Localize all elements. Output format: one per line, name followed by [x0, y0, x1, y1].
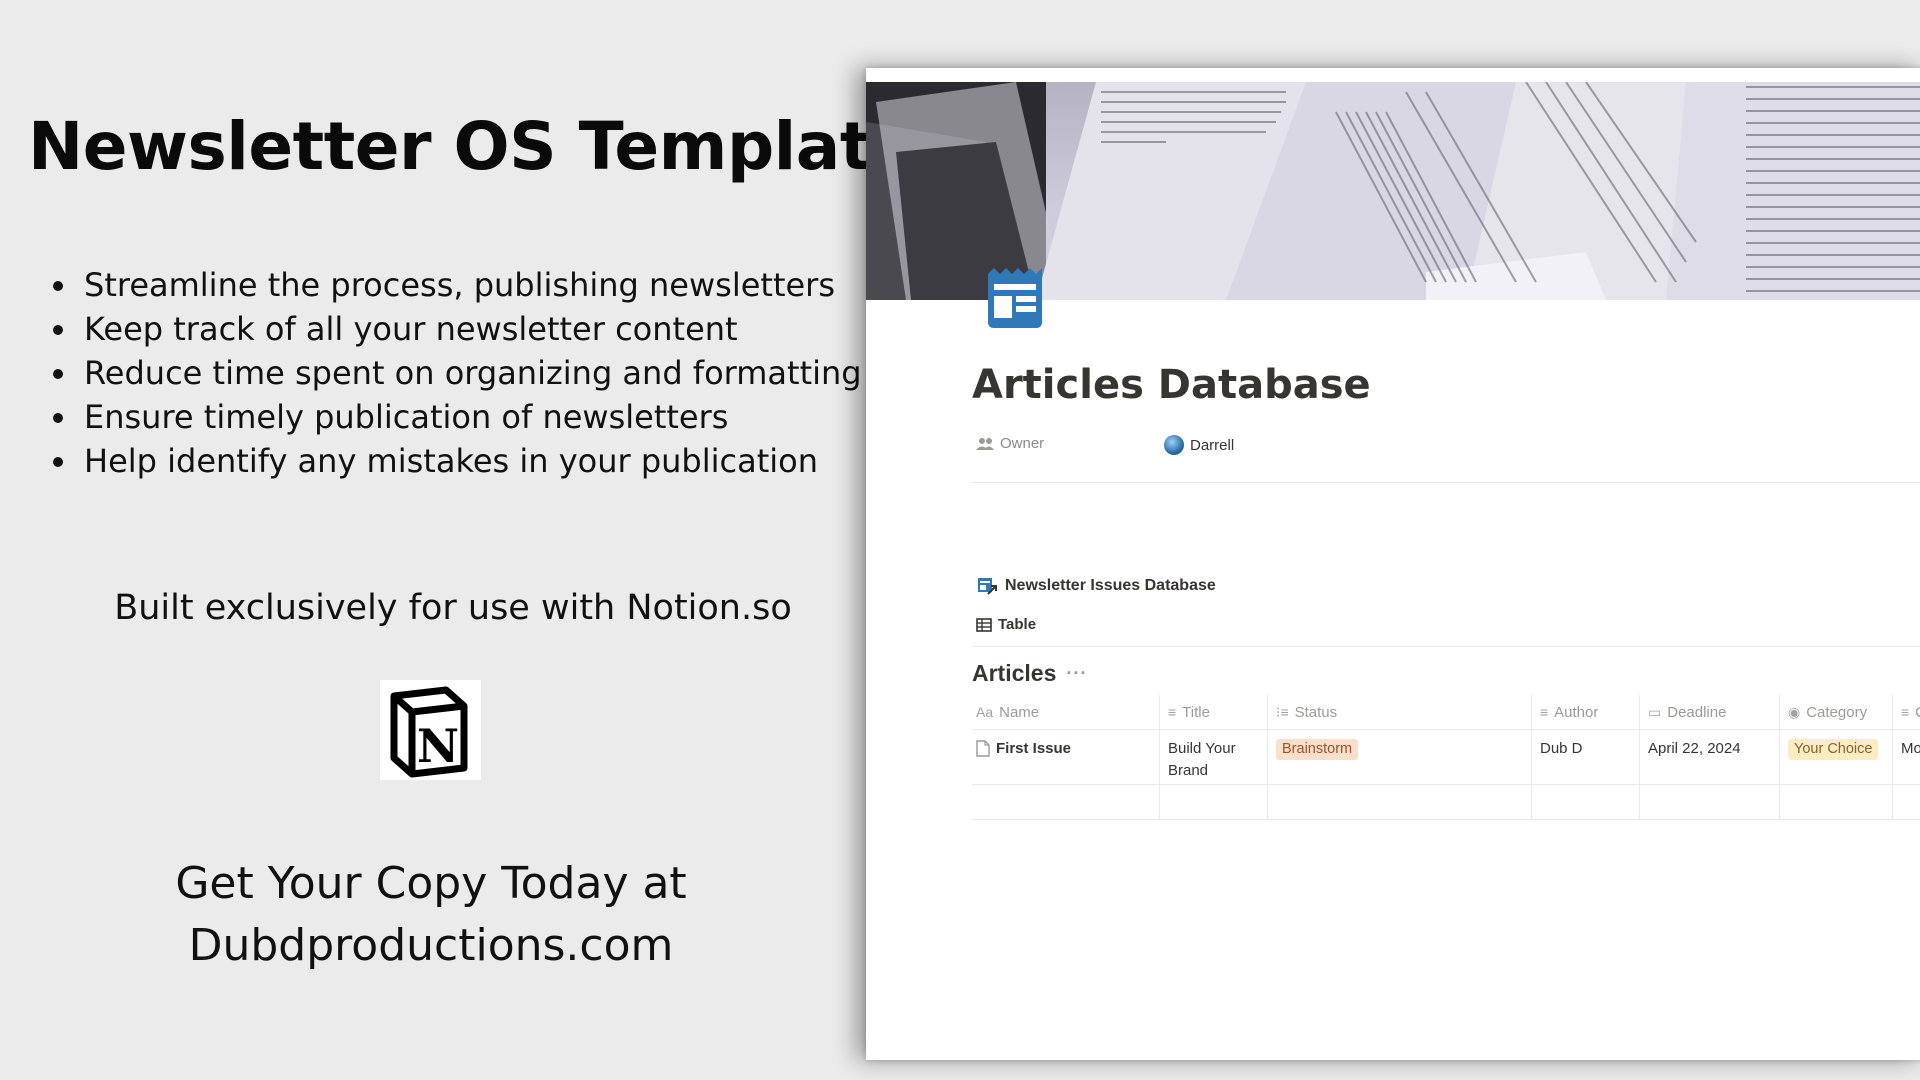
empty-cell[interactable]: [1159, 785, 1267, 819]
cta-line: Get Your Copy Today at: [175, 858, 687, 909]
people-icon: [976, 437, 994, 450]
text-lines-icon: ≡: [1540, 704, 1549, 720]
column-header-category[interactable]: ◉ Category: [1779, 695, 1892, 729]
text-lines-icon: ≡: [1168, 704, 1177, 720]
view-label: Table: [998, 616, 1037, 633]
empty-cell[interactable]: [1639, 785, 1779, 819]
column-label: Author: [1554, 703, 1599, 721]
column-header-title[interactable]: ≡ Title: [1159, 695, 1267, 729]
column-header-author[interactable]: ≡ Author: [1531, 695, 1639, 729]
column-header-status[interactable]: ⁝≡ Status: [1267, 695, 1531, 729]
status-badge: Brainstorm: [1276, 739, 1359, 760]
column-header-more[interactable]: ≡C: [1892, 695, 1920, 729]
calendar-icon: ▭: [1648, 703, 1662, 720]
page-icon: [976, 740, 990, 757]
column-header-deadline[interactable]: ▭ Deadline: [1639, 695, 1779, 729]
benefits-list: Streamline the process, publishing newsl…: [50, 263, 890, 483]
notion-page-screenshot: Articles Database Owner Darrell Newslett…: [866, 68, 1920, 1060]
owner-name: Darrell: [1190, 436, 1235, 454]
category-badge: Your Choice: [1788, 739, 1879, 760]
cell-status[interactable]: Brainstorm: [1267, 730, 1531, 784]
table-row[interactable]: First Issue Build Your Brand Brainstorm …: [972, 730, 1920, 785]
column-label: C: [1915, 704, 1920, 721]
text-lines-icon: ≡: [1901, 704, 1910, 720]
empty-cell[interactable]: [1531, 785, 1639, 819]
table-icon: [976, 617, 992, 632]
cell-deadline[interactable]: April 22, 2024: [1639, 730, 1779, 784]
text-type-icon: Aa: [976, 704, 994, 720]
column-label: Title: [1182, 703, 1210, 721]
cell-title[interactable]: Build Your Brand: [1159, 730, 1267, 784]
list-icon: ⁝≡: [1276, 703, 1289, 720]
benefit-item: Ensure timely publication of newsletters: [80, 395, 890, 439]
table-row-empty[interactable]: [972, 785, 1920, 820]
database-title[interactable]: Articles ···: [972, 660, 1087, 687]
notion-logo: N: [380, 680, 481, 780]
cell-author[interactable]: Dub D: [1531, 730, 1639, 784]
column-label: Deadline: [1667, 703, 1727, 721]
column-label: Name: [999, 703, 1040, 721]
table-header: Aa Name ≡ Title ⁝≡ Status ≡ Author ▭ Deadline…: [972, 695, 1920, 730]
page-title: Articles Database: [972, 362, 1371, 408]
more-options-icon[interactable]: ···: [1066, 663, 1087, 684]
column-label: Category: [1806, 703, 1868, 721]
view-tab-table[interactable]: Table: [976, 616, 1036, 633]
property-value[interactable]: Darrell: [1164, 435, 1234, 455]
property-name: Owner: [976, 435, 1044, 452]
cell-name[interactable]: First Issue: [972, 730, 1159, 784]
cell-more[interactable]: Mor: [1892, 730, 1920, 784]
promo-title: Newsletter OS Template: [28, 108, 916, 185]
divider: [972, 482, 1920, 483]
cta-url: Dubdproductions.com: [188, 920, 674, 971]
row-name: First Issue: [996, 740, 1072, 757]
notion-logo-letter: N: [417, 719, 459, 773]
empty-cell[interactable]: [1267, 785, 1531, 819]
cta-text: Get Your Copy Today at Dubdproductions.c…: [0, 853, 862, 977]
divider: [972, 646, 1920, 647]
property-label: Owner: [1000, 435, 1045, 452]
column-header-name[interactable]: Aa Name: [972, 695, 1159, 729]
select-icon: ◉: [1788, 703, 1801, 720]
built-for-text: Built exclusively for use with Notion.so: [114, 588, 792, 628]
benefit-item: Keep track of all your newsletter conten…: [80, 307, 890, 351]
database-title-text: Articles: [972, 660, 1057, 686]
globe-avatar: [1164, 435, 1184, 455]
benefit-item: Reduce time spent on organizing and form…: [80, 351, 890, 395]
benefit-item: Streamline the process, publishing newsl…: [80, 263, 890, 307]
empty-cell[interactable]: [972, 785, 1159, 819]
empty-cell[interactable]: [1892, 785, 1920, 819]
empty-cell[interactable]: [1779, 785, 1892, 819]
linked-page-label: Newsletter Issues Database: [1005, 577, 1216, 594]
linked-database-icon: [978, 578, 997, 595]
cell-category[interactable]: Your Choice: [1779, 730, 1892, 784]
benefit-item: Help identify any mistakes in your publi…: [80, 439, 890, 483]
column-label: Status: [1294, 703, 1338, 721]
linked-page-link[interactable]: Newsletter Issues Database: [976, 576, 1216, 596]
database-table: Aa Name ≡ Title ⁝≡ Status ≡ Author ▭ Deadline…: [972, 695, 1920, 820]
newspaper-icon[interactable]: [984, 266, 1046, 330]
